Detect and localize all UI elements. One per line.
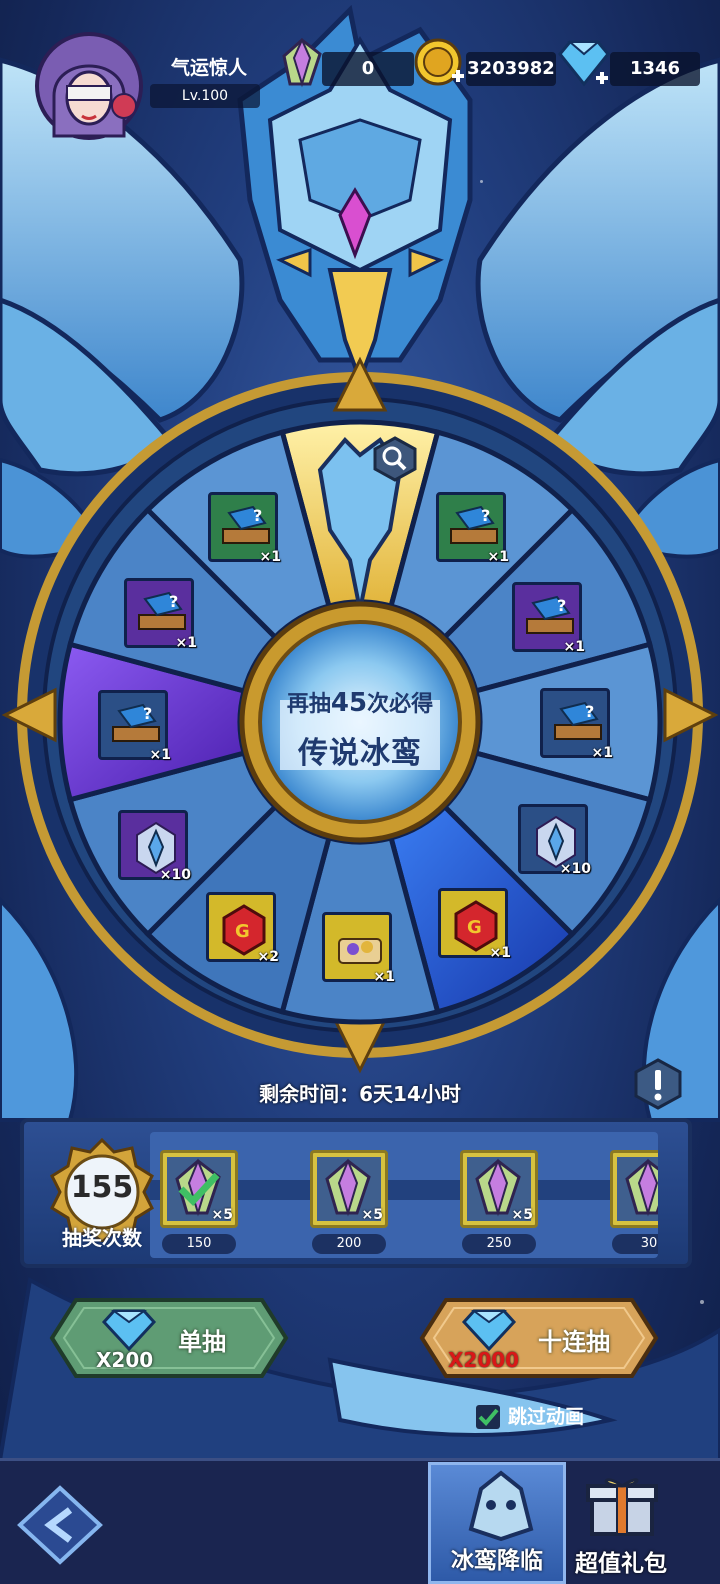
reward-red-rune[interactable]: G ×1 xyxy=(438,888,511,961)
draw-count-label: 抽奖次数 xyxy=(62,1226,142,1250)
single-draw-button[interactable]: X200 单抽 xyxy=(48,1296,290,1380)
crystal-amount: 0 xyxy=(322,52,414,86)
reward-red-rune[interactable]: G ×2 xyxy=(206,892,279,965)
reward-gem-scroll[interactable]: ×1 xyxy=(322,912,395,985)
gold-coin-icon[interactable] xyxy=(412,36,468,92)
single-draw-cost: X200 xyxy=(96,1348,154,1372)
player-avatar[interactable] xyxy=(34,26,144,146)
crystal-icon xyxy=(625,1158,658,1217)
time-remaining: 剩余时间：6天14小时 xyxy=(259,1082,461,1106)
pity-suffix: 次必得 xyxy=(367,692,434,717)
diamond-icon[interactable] xyxy=(556,38,614,90)
reward-purple-chest[interactable]: ? ×1 xyxy=(512,582,585,655)
milestone-quantity: ×5 xyxy=(511,1207,533,1223)
reward-green-chest[interactable]: ? ×1 xyxy=(208,492,281,565)
legendary-reward-title: 传说冰鸾 xyxy=(298,736,422,771)
back-arrow-icon[interactable] xyxy=(10,1480,110,1570)
gift-box-icon xyxy=(586,1478,658,1536)
svg-text:?: ? xyxy=(585,702,594,721)
svg-text:?: ? xyxy=(143,704,152,723)
svg-text:?: ? xyxy=(169,592,178,611)
tab-gift-pack-label: 超值礼包 xyxy=(575,1551,667,1577)
milestone-threshold: 200 xyxy=(312,1234,386,1254)
info-icon[interactable] xyxy=(632,1058,684,1110)
checkmark-icon xyxy=(478,1408,499,1426)
reward-green-chest[interactable]: ? ×1 xyxy=(436,492,509,565)
reward-blue-crystal-shard[interactable]: ×10 xyxy=(518,804,591,877)
magnifier-icon[interactable] xyxy=(372,436,418,482)
reward-count: ×1 xyxy=(563,639,585,655)
player-level: Lv.100 xyxy=(150,84,260,108)
crystal-icon xyxy=(282,38,322,88)
reward-blue-chest[interactable]: ? ×1 xyxy=(98,690,171,763)
reward-blue-chest[interactable]: ? ×1 xyxy=(540,688,613,761)
milestone-reward-box: ×5 xyxy=(310,1150,388,1228)
svg-text:?: ? xyxy=(253,506,262,525)
single-draw-label: 单抽 xyxy=(178,1328,226,1356)
ten-draw-button[interactable]: X2000 十连抽 xyxy=(418,1296,660,1380)
game-stage: 气运惊人 Lv.100 0 3203982 1346 ? ×1? ×1? ×1? ×1?… xyxy=(0,0,720,1584)
diamond-amount: 1346 xyxy=(610,52,700,86)
tab-ice-phoenix-event[interactable]: 冰鸾降临 xyxy=(428,1462,566,1584)
reward-count: ×1 xyxy=(591,745,613,761)
svg-text:?: ? xyxy=(481,506,490,525)
reward-purple-chest[interactable]: ? ×1 xyxy=(124,578,197,651)
ten-draw-label: 十连抽 xyxy=(538,1328,610,1356)
milestone-track[interactable]: ×5 150 ×5 200 ×5 250 30 xyxy=(150,1132,658,1258)
skip-animation-label: 跳过动画 xyxy=(508,1406,585,1428)
ice-phoenix-icon xyxy=(468,1470,534,1541)
reward-count: ×1 xyxy=(373,969,395,985)
reward-count: ×1 xyxy=(489,945,511,961)
single-draw-button-bg xyxy=(49,1298,289,1378)
tab-value-gift-pack[interactable]: 超值礼包 xyxy=(566,1462,676,1584)
milestone-quantity: ×5 xyxy=(211,1207,233,1223)
reward-count: ×1 xyxy=(487,549,509,565)
milestone-threshold: 250 xyxy=(462,1234,536,1254)
diamond-icon xyxy=(101,1309,157,1352)
reward-count: ×2 xyxy=(257,949,279,965)
milestone-reward-box xyxy=(610,1150,658,1228)
reward-count: ×10 xyxy=(159,867,191,883)
milestone-reward-slot xyxy=(617,1157,658,1221)
pity-counter-text: 再抽45次必得 xyxy=(250,686,470,718)
draw-count: 155 xyxy=(70,1170,134,1205)
diamond-icon xyxy=(461,1309,517,1352)
gold-amount: 3203982 xyxy=(466,52,556,86)
milestone-reward-box: ×5 xyxy=(460,1150,538,1228)
skip-animation-checkbox[interactable] xyxy=(476,1405,500,1429)
svg-text:G: G xyxy=(235,921,250,942)
milestone-quantity: ×5 xyxy=(361,1207,383,1223)
reward-count: ×1 xyxy=(259,549,281,565)
ten-draw-cost: X2000 xyxy=(448,1348,520,1372)
pity-number: 45 xyxy=(330,688,368,718)
reward-count: ×1 xyxy=(149,747,171,763)
reward-purple-crystal-shard[interactable]: ×10 xyxy=(118,810,191,883)
svg-text:?: ? xyxy=(557,596,566,615)
pity-prefix: 再抽 xyxy=(286,692,331,717)
svg-text:G: G xyxy=(467,917,482,938)
player-name: 气运惊人 xyxy=(170,57,247,79)
milestone-reward-box: ×5 xyxy=(160,1150,238,1228)
milestone-threshold: 150 xyxy=(162,1234,236,1254)
reward-count: ×10 xyxy=(559,861,591,877)
skip-animation-toggle[interactable]: 跳过动画 xyxy=(476,1402,616,1432)
milestone-threshold: 30 xyxy=(612,1234,658,1254)
reward-count: ×1 xyxy=(175,635,197,651)
tab-ice-phoenix-label: 冰鸾降临 xyxy=(451,1548,543,1574)
single-draw-fill xyxy=(49,1298,289,1378)
